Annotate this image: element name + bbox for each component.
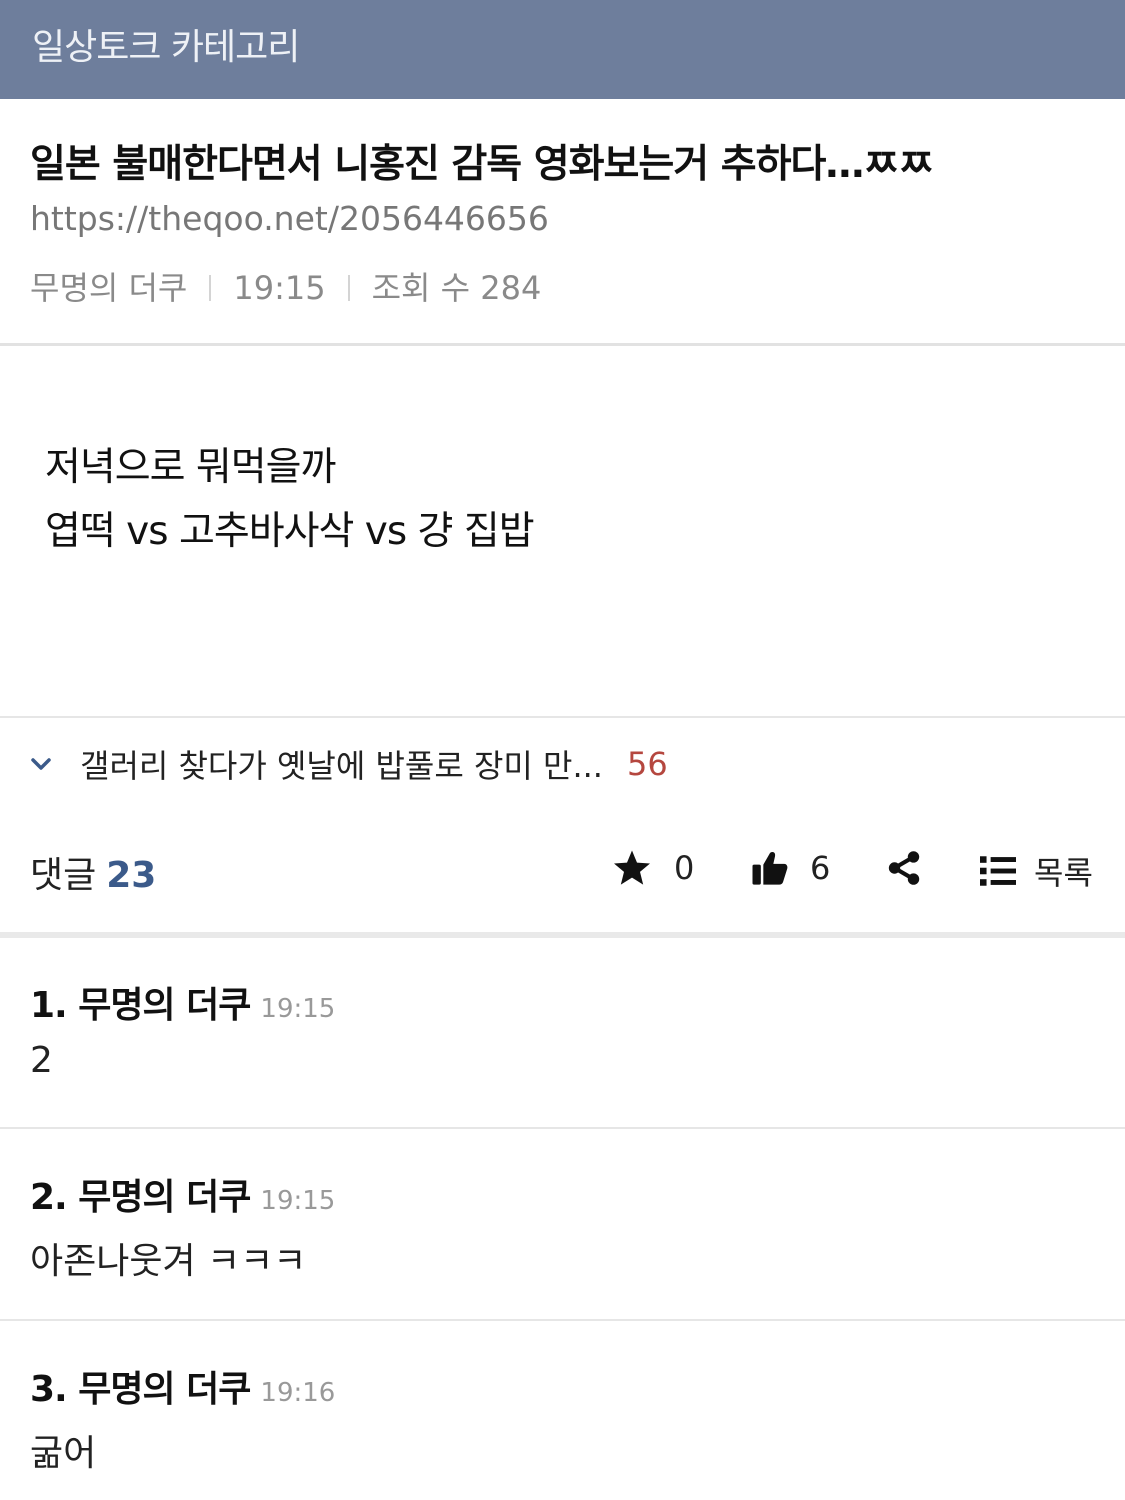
comment-author[interactable]: 3. 무명의 더쿠 xyxy=(30,1369,251,1410)
comment-heading: 댓글 23 xyxy=(30,846,156,898)
post-author[interactable]: 무명의 더쿠 xyxy=(30,269,187,307)
favorite-button[interactable]: 0 xyxy=(612,848,694,888)
post-url[interactable]: https://theqoo.net/2056446656 xyxy=(30,199,549,238)
related-post-link[interactable]: 갤러리 찾다가 옛날에 밥풀로 장미 만... 56 xyxy=(30,742,668,786)
action-bar: 댓글 23 0 6 목록 xyxy=(0,836,1125,902)
divider xyxy=(0,932,1125,938)
meta-divider xyxy=(347,275,350,301)
comment-text: 2 xyxy=(30,1040,53,1081)
comment-text: 아존나웃겨 ㅋㅋㅋ xyxy=(30,1241,307,1282)
divider xyxy=(0,1127,1125,1129)
comment-item: 1. 무명의 더쿠 19:15 2 xyxy=(0,976,1125,1126)
post-body: 저녁으로 뭐먹을까 엽떡 vs 고추바사삭 vs 걍 집밥 xyxy=(45,436,1085,564)
comment-item: 3. 무명의 더쿠 19:16 굶어 xyxy=(0,1360,1125,1500)
comment-author[interactable]: 2. 무명의 더쿠 xyxy=(30,1177,251,1218)
list-icon xyxy=(980,856,1016,886)
list-button[interactable]: 목록 xyxy=(978,848,1093,894)
category-title[interactable]: 일상토크 카테고리 xyxy=(32,18,300,70)
star-icon xyxy=(614,850,650,885)
comment-time: 19:15 xyxy=(260,994,336,1024)
post-body-line: 엽떡 vs 고추바사삭 vs 걍 집밥 xyxy=(45,509,535,554)
post-views: 조회 수 284 xyxy=(371,269,542,307)
related-comment-count: 56 xyxy=(626,745,668,783)
divider xyxy=(0,1319,1125,1321)
comment-text: 굶어 xyxy=(30,1433,97,1474)
like-button[interactable]: 6 xyxy=(750,848,830,888)
post-meta: 무명의 더쿠 19:15 조회 수 284 xyxy=(30,263,541,309)
comment-header: 1. 무명의 더쿠 19:15 xyxy=(30,976,335,1028)
comment-author[interactable]: 1. 무명의 더쿠 xyxy=(30,985,251,1026)
post-body-line: 저녁으로 뭐먹을까 xyxy=(45,445,336,490)
comment-time: 19:15 xyxy=(260,1186,336,1216)
like-count: 6 xyxy=(810,849,831,887)
post-time: 19:15 xyxy=(233,269,326,307)
favorite-count: 0 xyxy=(674,849,695,887)
post-header: 일본 불매한다면서 니홍진 감독 영화보는거 추하다…ㅉㅉ https://th… xyxy=(0,99,1125,346)
comment-item: 2. 무명의 더쿠 19:15 아존나웃겨 ㅋㅋㅋ xyxy=(0,1168,1125,1318)
list-label: 목록 xyxy=(1034,854,1093,892)
comment-time: 19:16 xyxy=(260,1378,336,1408)
share-button[interactable] xyxy=(885,848,923,888)
meta-divider xyxy=(209,275,212,301)
comment-header: 3. 무명의 더쿠 19:16 xyxy=(30,1360,335,1412)
comment-label: 댓글 xyxy=(30,855,97,896)
post-title: 일본 불매한다면서 니홍진 감독 영화보는거 추하다…ㅉㅉ xyxy=(30,142,934,187)
top-bar: 일상토크 카테고리 xyxy=(0,0,1125,99)
chevron-down-icon xyxy=(31,758,51,770)
thumbs-up-icon xyxy=(752,852,788,885)
divider xyxy=(0,716,1125,718)
share-icon xyxy=(888,851,920,885)
related-post-title: 갤러리 찾다가 옛날에 밥풀로 장미 만... xyxy=(80,747,603,785)
comment-count: 23 xyxy=(106,855,157,896)
comment-header: 2. 무명의 더쿠 19:15 xyxy=(30,1168,335,1220)
